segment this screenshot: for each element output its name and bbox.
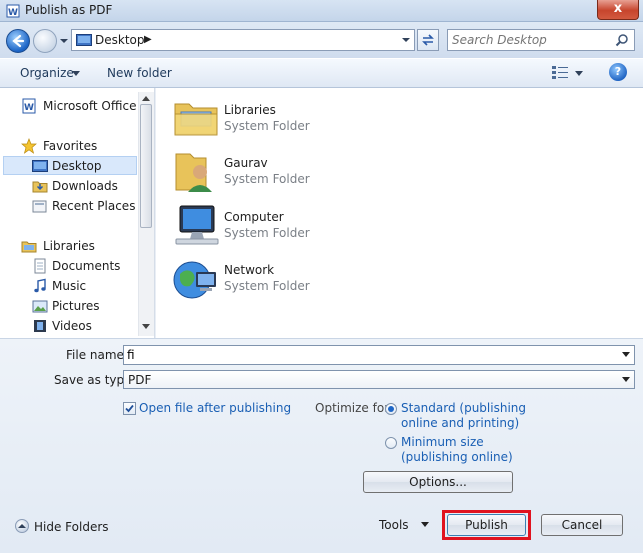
forward-button[interactable] xyxy=(33,29,57,53)
optimize-standard-label[interactable]: Standard (publishing online and printing… xyxy=(401,401,526,431)
open-after-publishing-label[interactable]: Open file after publishing xyxy=(139,401,291,415)
search-icon[interactable] xyxy=(615,33,629,47)
user-folder-icon xyxy=(175,153,212,192)
file-type: System Folder xyxy=(224,119,310,133)
network-icon xyxy=(173,261,216,299)
chevron-down-icon[interactable] xyxy=(622,352,630,358)
checkmark-icon xyxy=(125,404,134,413)
search-input[interactable] xyxy=(452,32,612,48)
breadcrumb-separator[interactable]: ▶ xyxy=(144,34,152,45)
options-button[interactable]: Options... xyxy=(363,471,513,493)
nav-item-music[interactable]: Music xyxy=(52,279,86,293)
file-item[interactable] xyxy=(172,202,220,248)
libraries-icon xyxy=(21,241,37,253)
pictures-icon xyxy=(32,300,48,313)
file-type: System Folder xyxy=(224,279,310,293)
save-as-type-select[interactable] xyxy=(123,370,635,389)
optimize-standard-radio[interactable] xyxy=(385,403,397,415)
file-item[interactable] xyxy=(172,94,220,140)
nav-item-recent-document[interactable]: Microsoft Office W xyxy=(43,99,152,113)
tools-menu[interactable]: Tools xyxy=(379,518,409,532)
file-item[interactable] xyxy=(172,148,220,194)
recent-places-icon xyxy=(32,200,47,213)
documents-icon xyxy=(34,258,46,274)
svg-text:W: W xyxy=(24,103,34,113)
save-as-type-value[interactable]: PDF xyxy=(128,373,151,387)
downloads-icon xyxy=(32,181,48,193)
nav-item-pictures[interactable]: Pictures xyxy=(52,299,100,313)
recent-pages-dropdown[interactable] xyxy=(59,36,69,46)
desktop-icon xyxy=(32,160,48,172)
nav-item-documents[interactable]: Documents xyxy=(52,259,120,273)
nav-group-libraries[interactable]: Libraries xyxy=(43,239,95,253)
star-icon xyxy=(21,138,37,154)
refresh-button[interactable] xyxy=(417,29,439,51)
word-icon: W xyxy=(6,4,20,18)
optimize-standard-line2: online and printing) xyxy=(401,416,520,430)
nav-item-desktop[interactable]: Desktop xyxy=(52,159,102,173)
hide-folders-button[interactable]: Hide Folders xyxy=(34,520,109,534)
file-item[interactable] xyxy=(172,256,220,302)
chevron-down-icon[interactable] xyxy=(72,71,80,77)
libraries-folder-icon xyxy=(174,103,218,136)
file-name[interactable]: Computer xyxy=(224,210,284,224)
close-button[interactable]: x xyxy=(597,0,639,20)
chevron-down-icon[interactable] xyxy=(421,522,429,528)
file-name[interactable]: Network xyxy=(224,263,274,277)
view-options-icon[interactable] xyxy=(551,64,569,80)
file-name-label: File name: xyxy=(66,348,128,362)
file-type: System Folder xyxy=(224,226,310,240)
videos-icon xyxy=(34,320,46,332)
nav-scrollbar-thumb[interactable] xyxy=(140,104,152,228)
optimize-minimum-label[interactable]: Minimum size (publishing online) xyxy=(401,435,513,465)
optimize-minimum-line1: Minimum size xyxy=(401,435,484,449)
scroll-up-arrow-icon[interactable] xyxy=(141,94,151,102)
word-document-icon: W xyxy=(22,98,36,114)
computer-icon xyxy=(175,205,219,245)
nav-item-videos[interactable]: Videos xyxy=(52,319,92,333)
file-name[interactable]: Gaurav xyxy=(224,156,268,170)
cancel-button[interactable]: Cancel xyxy=(541,514,623,536)
back-button[interactable] xyxy=(6,29,30,53)
open-after-publishing-checkbox[interactable] xyxy=(123,402,136,415)
file-name[interactable]: Libraries xyxy=(224,103,276,117)
svg-text:W: W xyxy=(8,8,18,18)
chevron-down-icon[interactable] xyxy=(575,71,583,77)
optimize-for-label: Optimize for: xyxy=(315,401,393,415)
file-type: System Folder xyxy=(224,172,310,186)
new-folder-button[interactable]: New folder xyxy=(107,66,172,80)
nav-group-favorites[interactable]: Favorites xyxy=(43,139,97,153)
scroll-down-arrow-icon[interactable] xyxy=(141,323,151,331)
command-toolbar xyxy=(0,58,643,88)
chevron-down-icon[interactable] xyxy=(401,35,411,45)
radio-selected-dot xyxy=(388,406,394,412)
refresh-icon xyxy=(422,34,434,46)
window-title: Publish as PDF xyxy=(25,3,113,17)
publish-button[interactable]: Publish xyxy=(447,514,526,536)
help-button[interactable]: ? xyxy=(609,63,627,81)
nav-item-recent-places[interactable]: Recent Places xyxy=(52,199,135,213)
nav-item-downloads[interactable]: Downloads xyxy=(52,179,118,193)
desktop-icon xyxy=(76,34,92,46)
address-path[interactable]: Desktop xyxy=(95,33,145,47)
hide-folders-icon[interactable] xyxy=(15,519,29,533)
chevron-down-icon[interactable] xyxy=(622,377,630,383)
file-name-input[interactable] xyxy=(127,347,607,363)
organize-menu[interactable]: Organize xyxy=(20,66,74,80)
optimize-minimum-line2: (publishing online) xyxy=(401,450,513,464)
music-icon xyxy=(34,278,46,293)
chevron-up-icon xyxy=(18,524,26,528)
optimize-standard-line1: Standard (publishing xyxy=(401,401,527,415)
arrow-left-icon xyxy=(12,34,25,48)
optimize-minimum-radio[interactable] xyxy=(385,437,397,449)
